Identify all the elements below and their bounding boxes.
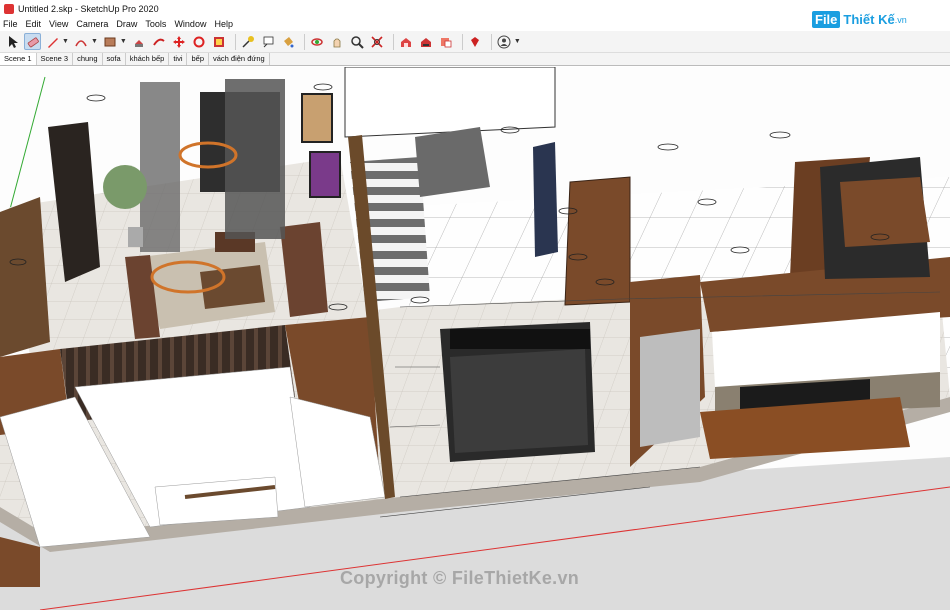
offset-icon[interactable] (211, 33, 228, 50)
menu-window[interactable]: Window (174, 19, 206, 29)
arc-icon[interactable] (73, 33, 90, 50)
orbit-icon[interactable] (309, 33, 326, 50)
toolbar-separator (490, 33, 492, 50)
menu-view[interactable]: View (49, 19, 68, 29)
menu-tools[interactable]: Tools (145, 19, 166, 29)
arc-dropdown-icon[interactable]: ▼ (91, 38, 98, 45)
rotate-icon[interactable] (191, 33, 208, 50)
main-toolbar: ▼ ▼ ▼ ▼ (0, 31, 950, 53)
copyright-watermark: Copyright © FileThietKe.vn (340, 568, 580, 588)
account-icon[interactable] (496, 33, 513, 50)
toolbar-separator (461, 33, 463, 50)
account-dropdown-icon[interactable]: ▼ (514, 38, 521, 45)
zoom-icon[interactable] (349, 33, 366, 50)
menu-draw[interactable]: Draw (116, 19, 137, 29)
menu-edit[interactable]: Edit (26, 19, 42, 29)
scene-tab-khach-bep[interactable]: khách bếp (126, 53, 170, 65)
warehouse-icon[interactable] (398, 33, 415, 50)
brand-logo-box: File (812, 11, 841, 28)
brand-logo: File Thiết Kế .vn (812, 11, 907, 28)
pan-icon[interactable] (329, 33, 346, 50)
pencil-dropdown-icon[interactable]: ▼ (62, 38, 69, 45)
text-icon[interactable] (260, 33, 277, 50)
model-viewport[interactable] (0, 67, 950, 610)
menu-camera[interactable]: Camera (76, 19, 108, 29)
sketchup-app-icon (4, 3, 14, 14)
layout-icon[interactable] (438, 33, 455, 50)
toolbar-separator (234, 33, 236, 50)
zoom-extents-icon[interactable] (369, 33, 386, 50)
toolbar-separator (303, 33, 305, 50)
3d-model-render (0, 67, 950, 610)
scene-tab-tivi[interactable]: tivi (169, 53, 188, 65)
ruby-icon[interactable] (467, 33, 484, 50)
toolbar-separator (392, 33, 394, 50)
scene-tabs: Scene 1 Scene 3 chung sofa khách bếp tiv… (0, 53, 950, 66)
scene-tab-sofa[interactable]: sofa (103, 53, 126, 65)
push-pull-icon[interactable] (131, 33, 148, 50)
extension-warehouse-icon[interactable] (418, 33, 435, 50)
paint-bucket-icon[interactable] (280, 33, 297, 50)
eraser-icon[interactable] (24, 33, 41, 50)
rectangle-icon[interactable] (102, 33, 119, 50)
select-icon[interactable] (4, 33, 21, 50)
scene-tab-scene-3[interactable]: Scene 3 (37, 53, 74, 65)
move-icon[interactable] (171, 33, 188, 50)
menu-help[interactable]: Help (214, 19, 233, 29)
rectangle-dropdown-icon[interactable]: ▼ (120, 38, 127, 45)
scene-tab-chung[interactable]: chung (73, 53, 103, 65)
brand-logo-name: Thiết Kế (843, 12, 895, 27)
menu-bar: File Edit View Camera Draw Tools Window … (0, 17, 800, 31)
scene-tab-vach-dien-dung[interactable]: vách điện đứng (209, 53, 270, 65)
window-title: Untitled 2.skp - SketchUp Pro 2020 (18, 3, 159, 14)
scene-tab-bep[interactable]: bếp (187, 53, 209, 65)
pencil-icon[interactable] (44, 33, 61, 50)
tape-measure-icon[interactable] (240, 33, 257, 50)
title-bar: Untitled 2.skp - SketchUp Pro 2020 (0, 0, 950, 17)
menu-file[interactable]: File (3, 19, 18, 29)
brand-logo-domain: .vn (894, 14, 907, 25)
scene-tab-scene-1[interactable]: Scene 1 (0, 53, 37, 65)
follow-me-icon[interactable] (151, 33, 168, 50)
